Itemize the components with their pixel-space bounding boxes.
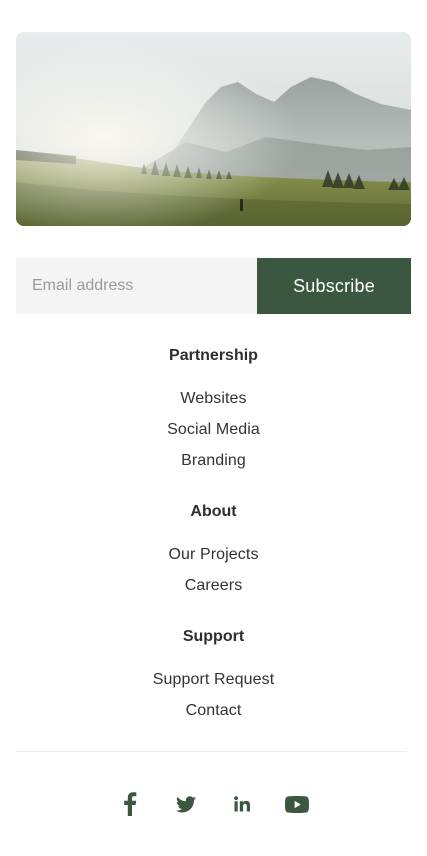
link-websites[interactable]: Websites [180, 390, 246, 407]
landscape-illustration [16, 32, 411, 226]
footer-divider [16, 751, 407, 752]
list-item: Branding [0, 451, 427, 471]
list-item: Careers [0, 576, 427, 596]
link-branding[interactable]: Branding [181, 452, 246, 469]
hero-image [16, 32, 411, 226]
list-item: Our Projects [0, 545, 427, 565]
list-item: Support Request [0, 670, 427, 690]
list-item: Websites [0, 389, 427, 409]
link-social-media[interactable]: Social Media [167, 421, 260, 438]
youtube-link[interactable] [282, 789, 312, 819]
nav-list-partnership: Websites Social Media Branding [0, 389, 427, 471]
youtube-icon [285, 795, 309, 813]
facebook-link[interactable] [115, 789, 145, 819]
facebook-icon [124, 792, 137, 816]
linkedin-link[interactable] [227, 789, 257, 819]
nav-heading-partnership: Partnership [169, 347, 258, 364]
list-item: Contact [0, 701, 427, 721]
link-careers[interactable]: Careers [185, 577, 243, 594]
nav-section-partnership: Partnership Websites Social Media Brandi… [0, 346, 427, 482]
twitter-link[interactable] [171, 789, 201, 819]
subscribe-button[interactable]: Subscribe [257, 258, 411, 314]
twitter-icon [176, 795, 196, 812]
nav-section-about: About Our Projects Careers [0, 502, 427, 607]
linkedin-icon [234, 796, 250, 812]
link-contact[interactable]: Contact [186, 702, 242, 719]
nav-list-support: Support Request Contact [0, 670, 427, 721]
nav-heading-support: Support [182, 628, 245, 645]
link-support-request[interactable]: Support Request [153, 671, 275, 688]
social-links [0, 789, 427, 819]
newsletter-form: Subscribe [16, 258, 411, 314]
nav-heading-about: About [190, 503, 237, 520]
link-our-projects[interactable]: Our Projects [168, 546, 258, 563]
nav-section-support: Support Support Request Contact [0, 627, 427, 732]
nav-list-about: Our Projects Careers [0, 545, 427, 596]
list-item: Social Media [0, 420, 427, 440]
email-input[interactable] [16, 258, 257, 314]
